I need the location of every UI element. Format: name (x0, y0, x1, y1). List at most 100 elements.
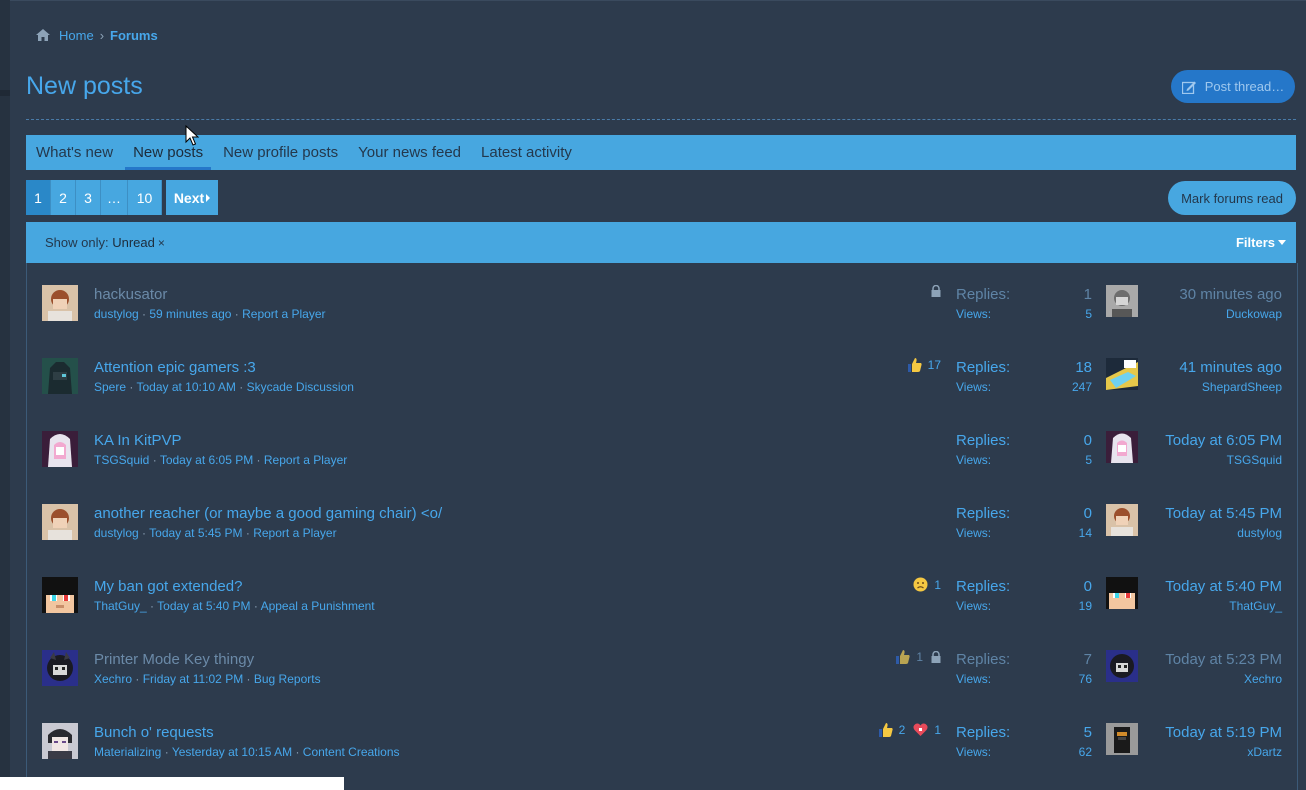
last-poster-name[interactable]: xDartz (1247, 745, 1282, 759)
thread-forum[interactable]: Report a Player (264, 453, 347, 467)
thread-date[interactable]: Today at 5:40 PM (157, 599, 250, 613)
thread-author[interactable]: dustylog (94, 526, 139, 540)
thread-date[interactable]: 59 minutes ago (149, 307, 231, 321)
filters-button[interactable]: Filters (1236, 235, 1286, 250)
like-count[interactable]: 17 (928, 358, 941, 372)
tab-your-news-feed[interactable]: Your news feed (348, 135, 471, 170)
last-poster-avatar[interactable] (1106, 285, 1138, 317)
thread-date[interactable]: Today at 6:05 PM (160, 453, 253, 467)
tab-new-posts[interactable]: New posts (123, 135, 213, 170)
breadcrumb-forums[interactable]: Forums (110, 28, 158, 43)
avatar[interactable] (42, 285, 78, 321)
mark-forums-read-button[interactable]: Mark forums read (1168, 181, 1296, 215)
last-post-date[interactable]: 30 minutes ago (1179, 286, 1282, 303)
page-10-button[interactable]: 10 (128, 180, 162, 215)
thread-forum[interactable]: Bug Reports (254, 672, 321, 686)
last-poster-avatar[interactable] (1106, 650, 1138, 682)
thread-meta: dustylog · 59 minutes ago · Report a Pla… (94, 307, 326, 321)
thread-forum[interactable]: Content Creations (303, 745, 400, 759)
last-poster-avatar[interactable] (1106, 358, 1138, 390)
thread-title[interactable]: Attention epic gamers :3 (94, 359, 256, 376)
last-poster-name[interactable]: ShepardSheep (1202, 380, 1282, 394)
thread-forum[interactable]: Report a Player (253, 526, 336, 540)
thread-forum[interactable]: Skycade Discussion (247, 380, 354, 394)
thread-row[interactable]: Printer Mode Key thingy Xechro · Friday … (27, 628, 1297, 701)
like-count[interactable]: 2 (899, 723, 906, 737)
thread-date[interactable]: Today at 10:10 AM (136, 380, 235, 394)
last-post-date[interactable]: Today at 5:19 PM (1165, 724, 1282, 741)
views-count: 247 (1071, 380, 1092, 394)
filter-value[interactable]: Unread (112, 235, 155, 250)
replies-count: 0 (1083, 505, 1092, 522)
replies-count: 0 (1083, 578, 1092, 595)
strip-notch (0, 90, 10, 96)
next-page-button[interactable]: Next (166, 180, 218, 215)
thread-title[interactable]: another reacher (or maybe a good gaming … (94, 505, 442, 522)
thread-row[interactable]: hackusator dustylog · 59 minutes ago · R… (27, 263, 1297, 336)
last-post-date[interactable]: Today at 6:05 PM (1165, 432, 1282, 449)
avatar[interactable] (42, 723, 78, 759)
last-poster-avatar[interactable] (1106, 577, 1138, 609)
thread-row[interactable]: My ban got extended? ThatGuy_ · Today at… (27, 555, 1297, 628)
tab-latest-activity[interactable]: Latest activity (471, 135, 582, 170)
lock-icon (931, 285, 941, 297)
tab-new-profile-posts[interactable]: New profile posts (213, 135, 348, 170)
last-poster-avatar[interactable] (1106, 723, 1138, 755)
thread-title[interactable]: KA In KitPVP (94, 432, 182, 449)
thread-date[interactable]: Today at 5:45 PM (149, 526, 242, 540)
page-jump-button[interactable]: … (101, 180, 128, 215)
last-poster-name[interactable]: Xechro (1244, 672, 1282, 686)
views-label: Views: (956, 380, 992, 394)
avatar[interactable] (42, 504, 78, 540)
love-count[interactable]: 1 (934, 723, 941, 737)
page-2-button[interactable]: 2 (51, 180, 76, 215)
thread-author[interactable]: Materializing (94, 745, 161, 759)
avatar[interactable] (42, 650, 78, 686)
thread-badges: 1 (907, 577, 941, 592)
thread-forum[interactable]: Appeal a Punishment (261, 599, 375, 613)
last-poster-name[interactable]: ThatGuy_ (1229, 599, 1282, 613)
last-post-date[interactable]: Today at 5:23 PM (1165, 651, 1282, 668)
last-post-date[interactable]: Today at 5:45 PM (1165, 505, 1282, 522)
thread-author[interactable]: Spere (94, 380, 126, 394)
remove-filter-icon[interactable]: × (158, 236, 165, 250)
avatar[interactable] (42, 431, 78, 467)
avatar[interactable] (42, 358, 78, 394)
thread-author[interactable]: dustylog (94, 307, 139, 321)
page-1-button[interactable]: 1 (26, 180, 51, 215)
reaction-count[interactable]: 1 (934, 578, 941, 592)
tab-whats-new[interactable]: What's new (26, 135, 123, 170)
thread-author[interactable]: ThatGuy_ (94, 599, 147, 613)
thread-date[interactable]: Friday at 11:02 PM (143, 672, 244, 686)
thread-author[interactable]: TSGSquid (94, 453, 149, 467)
thread-row[interactable]: Attention epic gamers :3 Spere · Today a… (27, 336, 1297, 409)
thread-title[interactable]: Printer Mode Key thingy (94, 651, 254, 668)
views-count: 76 (1078, 672, 1092, 686)
breadcrumb-home[interactable]: Home (59, 28, 94, 43)
home-icon[interactable] (36, 29, 50, 41)
last-poster-name[interactable]: dustylog (1237, 526, 1282, 540)
thread-row[interactable]: KA In KitPVP TSGSquid · Today at 6:05 PM… (27, 409, 1297, 482)
thread-row[interactable]: another reacher (or maybe a good gaming … (27, 482, 1297, 555)
views-label: Views: (956, 599, 992, 613)
views-count: 62 (1078, 745, 1092, 759)
like-count[interactable]: 1 (916, 650, 923, 664)
thread-title[interactable]: hackusator (94, 286, 167, 303)
filters-label: Filters (1235, 235, 1275, 250)
last-post-date[interactable]: 41 minutes ago (1179, 359, 1282, 376)
page-3-button[interactable]: 3 (76, 180, 101, 215)
thread-forum[interactable]: Report a Player (242, 307, 325, 321)
last-poster-name[interactable]: TSGSquid (1227, 453, 1282, 467)
last-post-date[interactable]: Today at 5:40 PM (1165, 578, 1282, 595)
last-poster-name[interactable]: Duckowap (1226, 307, 1282, 321)
thread-title[interactable]: My ban got extended? (94, 578, 242, 595)
last-poster-avatar[interactable] (1106, 431, 1138, 463)
thread-date[interactable]: Yesterday at 10:15 AM (172, 745, 292, 759)
post-thread-button[interactable]: Post thread… (1171, 70, 1295, 103)
thread-author[interactable]: Xechro (94, 672, 132, 686)
replies-label: Replies: (956, 724, 1011, 741)
avatar[interactable] (42, 577, 78, 613)
thread-title[interactable]: Bunch o' requests (94, 724, 214, 741)
thread-row[interactable]: Bunch o' requests Materializing · Yester… (27, 701, 1297, 774)
last-poster-avatar[interactable] (1106, 504, 1138, 536)
